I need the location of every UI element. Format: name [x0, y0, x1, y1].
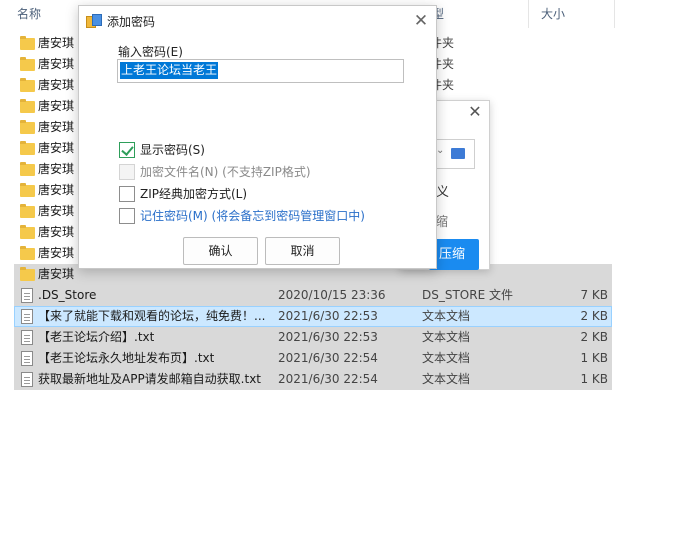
- password-input-value: 上老王论坛当老王: [120, 62, 219, 79]
- folder-icon: [20, 120, 35, 134]
- column-divider[interactable]: [528, 0, 529, 28]
- encrypt-filenames-checkbox: [119, 164, 135, 180]
- folder-name: 唐安琪: [38, 99, 75, 113]
- file-row[interactable]: 【老王论坛永久地址发布页】.txt 2021/6/30 22:54 文本文档 1…: [14, 348, 612, 369]
- folder-icon: [20, 36, 35, 50]
- close-icon[interactable]: ✕: [412, 12, 430, 30]
- folder-name: 唐安琪: [38, 204, 75, 218]
- text-file-icon: [21, 288, 33, 303]
- file-date: 2021/6/30 22:54: [278, 372, 378, 386]
- file-type: 文本文档: [422, 330, 471, 344]
- folder-name: 唐安琪: [38, 36, 75, 50]
- folder-icon: [20, 141, 35, 155]
- file-row[interactable]: .DS_Store 2020/10/15 23:36 DS_STORE 文件 7…: [14, 285, 612, 306]
- folder-icon: [20, 204, 35, 218]
- file-name: 【老王论坛介绍】.txt: [38, 330, 155, 344]
- folder-icon: [20, 267, 35, 281]
- file-date: 2021/6/30 22:53: [278, 330, 378, 344]
- file-row[interactable]: 获取最新地址及APP请发邮箱自动获取.txt 2021/6/30 22:54 文…: [14, 369, 612, 390]
- file-row[interactable]: 【老王论坛介绍】.txt 2021/6/30 22:53 文本文档 2 KB: [14, 327, 612, 348]
- file-name: .DS_Store: [38, 288, 97, 302]
- option-label: ZIP经典加密方式(L): [140, 187, 248, 201]
- file-type: 文本文档: [422, 309, 471, 323]
- folder-name: 唐安琪: [38, 267, 75, 281]
- file-name: 获取最新地址及APP请发邮箱自动获取.txt: [38, 372, 262, 386]
- option-label: 记住密码(M) (将会备忘到密码管理窗口中): [140, 209, 365, 223]
- password-label: 输入密码(E): [118, 45, 183, 59]
- text-file-icon: [21, 309, 33, 324]
- folder-name: 唐安琪: [38, 246, 75, 260]
- file-size: 2 KB: [580, 309, 608, 323]
- column-header-size[interactable]: 大小: [541, 0, 565, 28]
- folder-icon: [20, 225, 35, 239]
- password-input[interactable]: 上老王论坛当老王: [117, 59, 404, 83]
- zip-classic-checkbox[interactable]: [119, 186, 135, 202]
- file-size: 1 KB: [580, 372, 608, 386]
- close-icon[interactable]: ✕: [467, 104, 483, 120]
- archive-icon: [86, 14, 102, 28]
- add-password-dialog: 添加密码 ✕ 输入密码(E) 上老王论坛当老王 显示密码(S) 加密文件名(N)…: [78, 5, 437, 269]
- file-date: 2020/10/15 23:36: [278, 288, 386, 302]
- file-size: 1 KB: [580, 351, 608, 365]
- option-label: 加密文件名(N) (不支持ZIP格式): [140, 165, 311, 179]
- folder-icon: [20, 57, 35, 71]
- destination-combo[interactable]: ⌄: [433, 139, 475, 169]
- option-label: 显示密码(S): [140, 143, 205, 157]
- column-header-name[interactable]: 名称: [17, 0, 41, 28]
- column-divider[interactable]: [614, 0, 615, 28]
- show-password-checkbox[interactable]: [119, 142, 135, 158]
- text-file-icon: [21, 330, 33, 345]
- folder-browse-icon[interactable]: [451, 148, 465, 159]
- file-date: 2021/6/30 22:54: [278, 351, 378, 365]
- folder-icon: [20, 78, 35, 92]
- folder-name: 唐安琪: [38, 225, 75, 239]
- ok-button[interactable]: 确认: [183, 237, 258, 265]
- text-file-icon: [21, 351, 33, 366]
- folder-icon: [20, 183, 35, 197]
- file-name: 【老王论坛永久地址发布页】.txt: [38, 351, 215, 365]
- file-type: 文本文档: [422, 372, 471, 386]
- file-size: 7 KB: [580, 288, 608, 302]
- folder-icon: [20, 246, 35, 260]
- file-type: 文本文档: [422, 351, 471, 365]
- dialog-title: 添加密码: [107, 15, 156, 29]
- text-file-icon: [21, 372, 33, 387]
- folder-name: 唐安琪: [38, 162, 75, 176]
- compress-option-text: 义: [436, 185, 450, 200]
- folder-name: 唐安琪: [38, 183, 75, 197]
- folder-name: 唐安琪: [38, 57, 75, 71]
- folder-icon: [20, 162, 35, 176]
- file-name: 【来了就能下载和观看的论坛，纯免费！...: [38, 309, 266, 323]
- dialog-titlebar[interactable]: 添加密码 ✕: [79, 6, 436, 36]
- file-type: DS_STORE 文件: [422, 288, 513, 302]
- chevron-down-icon[interactable]: ⌄: [436, 145, 444, 156]
- folder-name: 唐安琪: [38, 120, 75, 134]
- file-size: 2 KB: [580, 330, 608, 344]
- file-date: 2021/6/30 22:53: [278, 309, 378, 323]
- cancel-button[interactable]: 取消: [265, 237, 340, 265]
- remember-password-checkbox[interactable]: [119, 208, 135, 224]
- folder-icon: [20, 99, 35, 113]
- folder-name: 唐安琪: [38, 78, 75, 92]
- file-row[interactable]: 【来了就能下载和观看的论坛，纯免费！... 2021/6/30 22:53 文本…: [14, 306, 612, 327]
- folder-name: 唐安琪: [38, 141, 75, 155]
